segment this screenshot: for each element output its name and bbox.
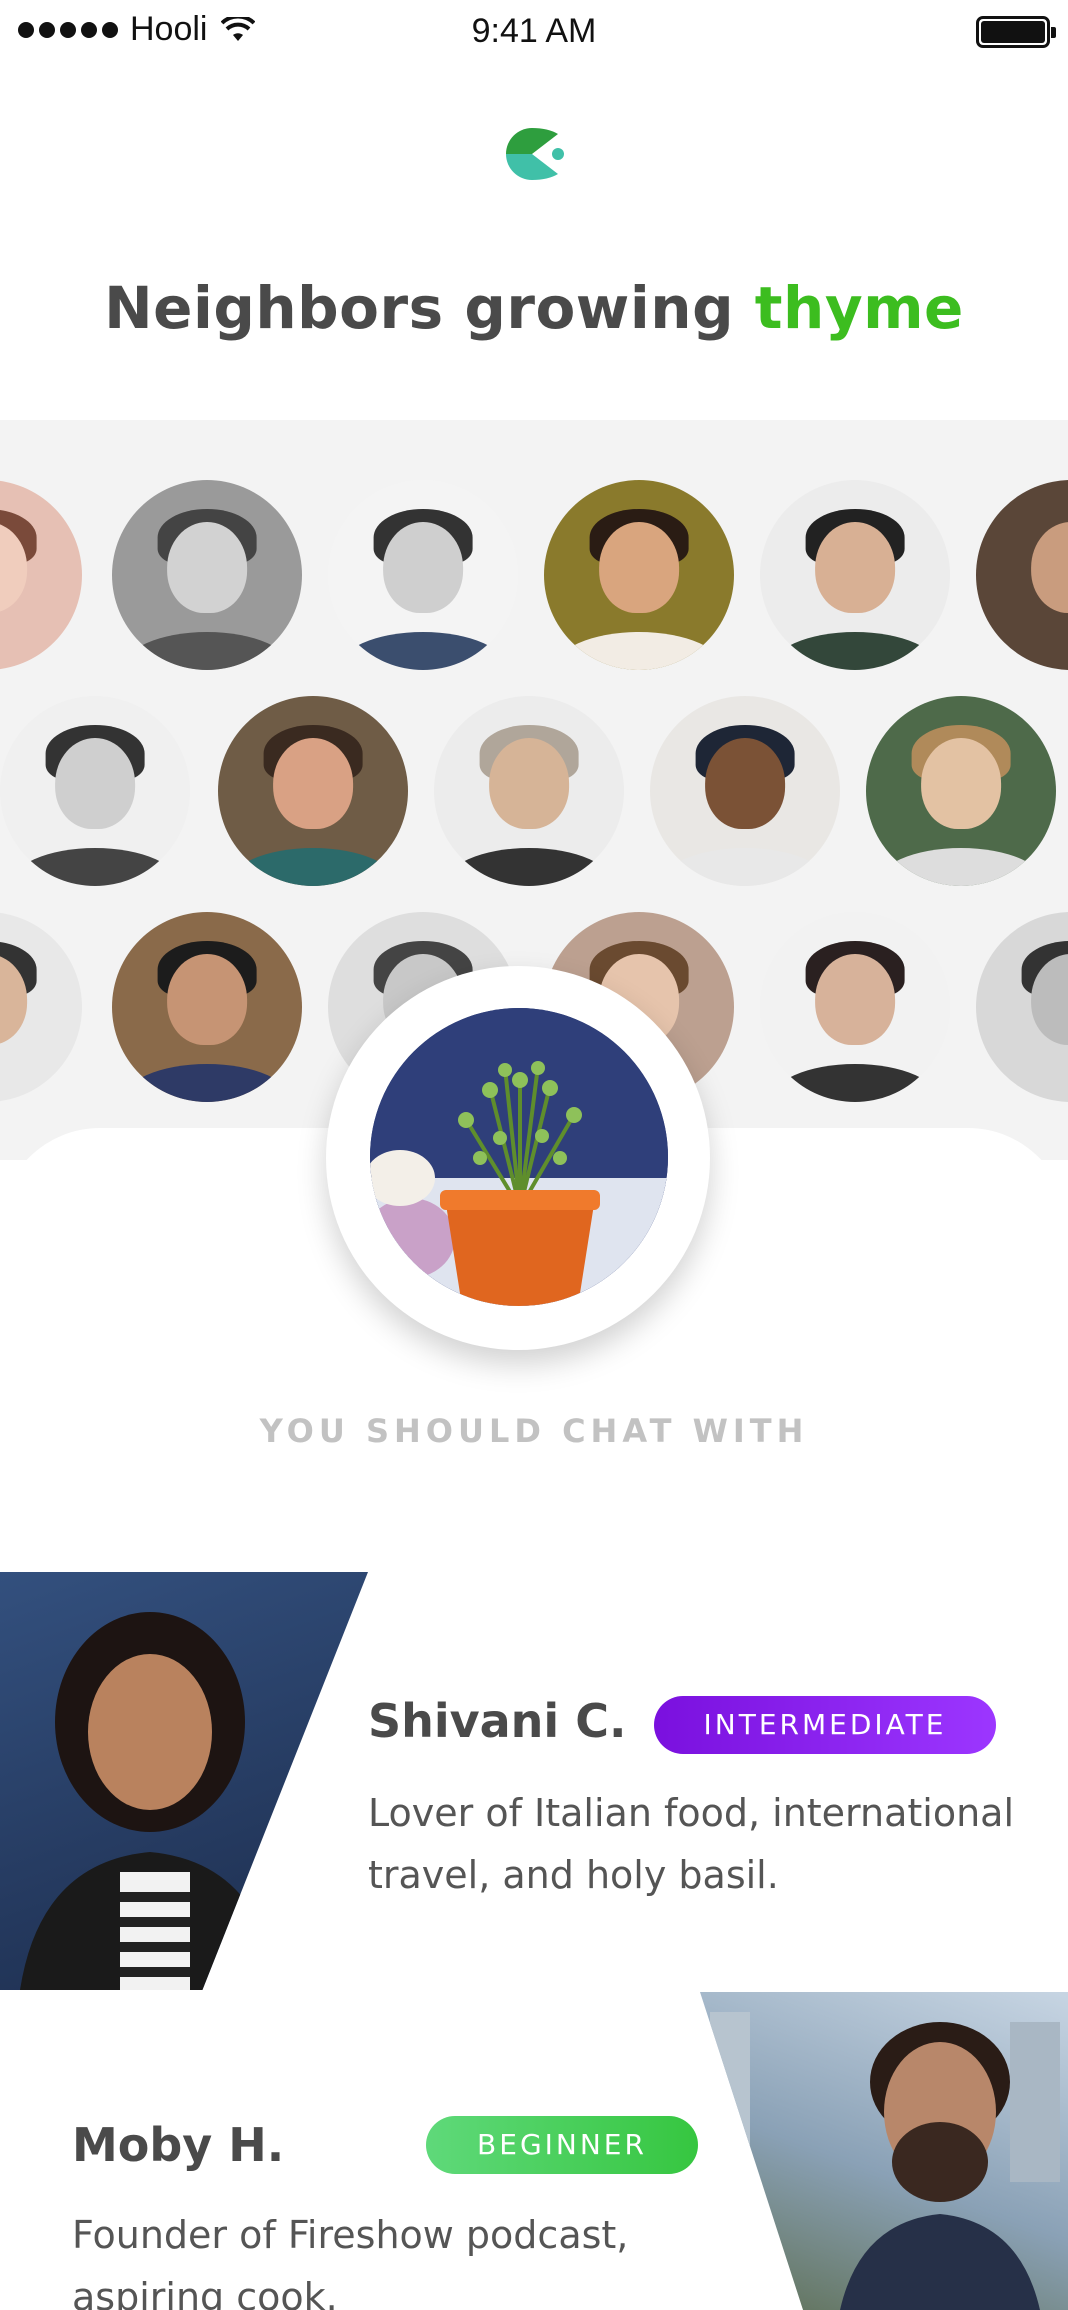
app-logo-icon bbox=[506, 128, 564, 180]
page-title: Neighbors growing thyme bbox=[0, 274, 1068, 342]
neighbor-avatar-icon[interactable] bbox=[544, 480, 734, 670]
neighbor-avatar-icon[interactable] bbox=[218, 696, 408, 886]
section-label: YOU SHOULD CHAT WITH bbox=[259, 1412, 809, 1450]
neighbor-avatar-icon[interactable] bbox=[0, 912, 82, 1102]
suggestion-1-bio-line: Lover of Italian food, international bbox=[368, 1791, 1015, 1835]
page-title-accent: thyme bbox=[754, 274, 964, 342]
suggestion-1-name[interactable]: Shivani C. bbox=[368, 1694, 626, 1748]
neighbor-avatar-icon[interactable] bbox=[0, 696, 190, 886]
suggestion-1-level-badge: INTERMEDIATE bbox=[654, 1696, 996, 1754]
battery-icon bbox=[976, 16, 1056, 48]
neighbor-avatar-icon[interactable] bbox=[112, 480, 302, 670]
suggestion-2-level-badge: BEGINNER bbox=[426, 2116, 698, 2174]
neighbor-avatar-icon[interactable] bbox=[328, 480, 518, 670]
page-title-prefix: Neighbors growing bbox=[104, 274, 735, 342]
suggestion-1-bio: Lover of Italian food, international tra… bbox=[368, 1782, 1014, 1906]
thyme-plant-icon bbox=[370, 1008, 668, 1306]
neighbor-avatar-icon[interactable] bbox=[434, 696, 624, 886]
neighbor-avatar-icon[interactable] bbox=[0, 480, 82, 670]
neighbor-avatar-icon[interactable] bbox=[976, 912, 1068, 1102]
suggestion-2-name[interactable]: Moby H. bbox=[72, 2118, 284, 2172]
suggestion-2-bio: Founder of Fireshow podcast, aspiring co… bbox=[72, 2204, 628, 2310]
neighbor-avatar-icon[interactable] bbox=[112, 912, 302, 1102]
neighbor-avatar-icon[interactable] bbox=[650, 696, 840, 886]
suggestion-2-bio-line: Founder of Fireshow podcast, bbox=[72, 2213, 629, 2257]
neighbor-avatar-icon[interactable] bbox=[976, 480, 1068, 670]
neighbor-avatar-icon[interactable] bbox=[760, 912, 950, 1102]
neighbor-avatar-icon[interactable] bbox=[760, 480, 950, 670]
suggestion-2-bio-line: aspiring cook. bbox=[72, 2275, 338, 2310]
status-bar: Hooli 9:41 AM bbox=[0, 0, 1068, 64]
neighbor-avatar-icon[interactable] bbox=[866, 696, 1056, 886]
suggestion-1-bio-line: travel, and holy basil. bbox=[368, 1853, 779, 1897]
status-time: 9:41 AM bbox=[471, 12, 597, 50]
